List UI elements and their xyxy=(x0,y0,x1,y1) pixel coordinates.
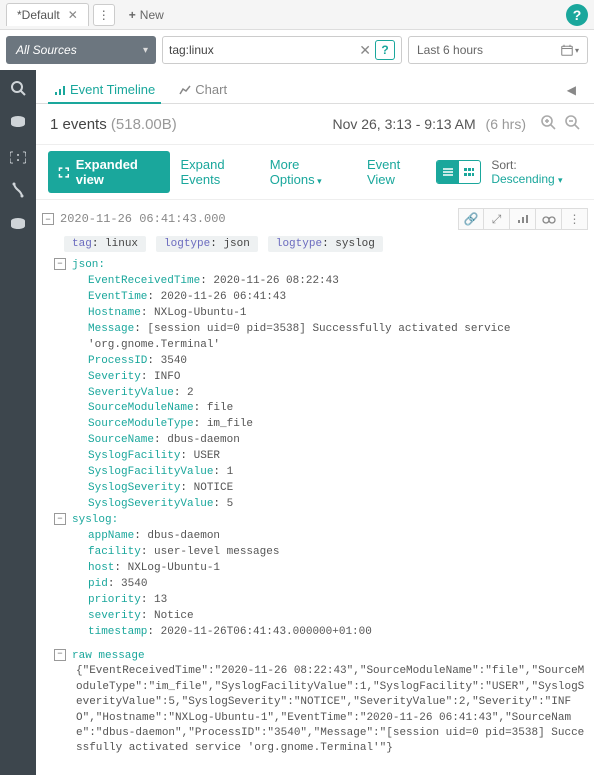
json-field: pid: 3540 xyxy=(54,577,588,593)
rail-braces-icon[interactable]: {:} xyxy=(6,144,30,168)
search-help-icon[interactable]: ? xyxy=(375,40,395,60)
json-field: priority: 13 xyxy=(54,593,588,609)
json-field: ProcessID: 3540 xyxy=(54,354,588,370)
json-field: appName: dbus-daemon xyxy=(54,529,588,545)
new-tab-label: New xyxy=(140,8,164,22)
tab-chart-label: Chart xyxy=(195,82,227,97)
expanded-view-button[interactable]: Expanded view xyxy=(48,151,170,193)
expand-events-link[interactable]: Expand Events xyxy=(180,157,259,187)
sort-label: Sort: xyxy=(491,158,516,172)
filter-bar: All Sources ✕ ? Last 6 hours ▾ xyxy=(0,30,594,70)
timeline-icon xyxy=(54,84,66,96)
time-range-text: Nov 26, 3:13 - 9:13 AM xyxy=(332,116,475,132)
json-field: SourceName: dbus-daemon xyxy=(54,433,588,449)
collapse-icon[interactable]: − xyxy=(54,258,66,270)
rail-db-icon[interactable] xyxy=(6,110,30,134)
events-count: 1 events xyxy=(50,116,107,133)
raw-message-body: {"EventReceivedTime":"2020-11-26 08:22:4… xyxy=(54,664,588,756)
json-field: SyslogSeverityValue: 5 xyxy=(54,497,588,513)
json-field: EventReceivedTime: 2020-11-26 08:22:43 xyxy=(54,274,588,290)
json-field: EventTime: 2020-11-26 06:41:43 xyxy=(54,290,588,306)
svg-text:{:}: {:} xyxy=(10,150,26,164)
event-view-toggle xyxy=(436,160,482,184)
tab-menu-button[interactable]: ⋮ xyxy=(93,4,115,26)
time-range-dropdown[interactable]: Last 6 hours ▾ xyxy=(408,36,588,64)
expand-icon xyxy=(58,166,70,179)
raw-section-label: raw message xyxy=(72,649,145,665)
sources-label: All Sources xyxy=(16,43,77,57)
json-field: severity: Notice xyxy=(54,609,588,625)
json-section-label: json: xyxy=(72,258,105,274)
tab-event-timeline[interactable]: Event Timeline xyxy=(48,76,161,103)
calendar-icon: ▾ xyxy=(561,44,579,56)
zoom-out-icon[interactable] xyxy=(564,114,580,134)
help-icon[interactable]: ? xyxy=(566,4,588,26)
new-tab-button[interactable]: + New xyxy=(121,4,172,26)
json-field: SyslogFacilityValue: 1 xyxy=(54,465,588,481)
json-field: facility: user-level messages xyxy=(54,545,588,561)
view-grid-icon[interactable] xyxy=(459,161,481,183)
view-list-icon[interactable] xyxy=(437,161,459,183)
tab-event-timeline-label: Event Timeline xyxy=(70,82,155,97)
time-range-duration: (6 hrs) xyxy=(486,116,526,132)
tab-chart[interactable]: Chart xyxy=(173,76,233,103)
time-range-label: Last 6 hours xyxy=(417,43,483,57)
collapse-icon[interactable]: − xyxy=(42,213,54,225)
json-field: SeverityValue: 2 xyxy=(54,386,588,402)
left-rail: {:} xyxy=(0,70,36,775)
event-tags: tag: linux logtype: json logtype: syslog xyxy=(42,232,588,256)
tag-chip[interactable]: logtype: syslog xyxy=(268,236,383,252)
window-tabs-bar: *Default ✕ ⋮ + New ? xyxy=(0,0,594,30)
zoom-in-icon[interactable] xyxy=(540,114,556,134)
action-more-icon[interactable]: ⋮ xyxy=(562,208,588,230)
syslog-section-label: syslog: xyxy=(72,513,118,529)
json-field: SourceModuleType: im_file xyxy=(54,417,588,433)
expanded-view-label: Expanded view xyxy=(76,157,161,187)
search-field-wrap: ✕ ? xyxy=(162,36,402,64)
view-tabs: Event Timeline Chart ◀ xyxy=(36,70,594,104)
clear-icon[interactable]: ✕ xyxy=(359,42,371,59)
event-view-label: Event View xyxy=(367,157,426,187)
event-timestamp: 2020-11-26 06:41:43.000 xyxy=(60,212,226,226)
action-bar-icon[interactable] xyxy=(510,208,536,230)
json-field: host: NXLog-Ubuntu-1 xyxy=(54,561,588,577)
tab-default[interactable]: *Default ✕ xyxy=(6,3,89,26)
rail-search-icon[interactable] xyxy=(6,76,30,100)
plus-icon: + xyxy=(129,8,136,22)
json-field: Message: [session uid=0 pid=3538] Succes… xyxy=(54,322,588,354)
tab-default-label: *Default xyxy=(17,8,60,22)
action-link-icon[interactable]: 🔗 xyxy=(458,208,484,230)
json-field: Hostname: NXLog-Ubuntu-1 xyxy=(54,306,588,322)
json-field: SourceModuleName: file xyxy=(54,401,588,417)
event-toolbar: Expanded view Expand Events More Options… xyxy=(36,144,594,200)
json-field: SyslogSeverity: NOTICE xyxy=(54,481,588,497)
more-options-link[interactable]: More Options xyxy=(270,157,347,187)
result-summary: 1 events (518.00B) Nov 26, 3:13 - 9:13 A… xyxy=(36,104,594,144)
collapse-icon[interactable]: − xyxy=(54,649,66,661)
tag-chip[interactable]: logtype: json xyxy=(156,236,258,252)
rail-db2-icon[interactable] xyxy=(6,212,30,236)
action-binoculars-icon[interactable] xyxy=(536,208,562,230)
json-field: timestamp: 2020-11-26T06:41:43.000000+01… xyxy=(54,625,588,641)
rail-pipe-icon[interactable] xyxy=(6,178,30,202)
close-icon[interactable]: ✕ xyxy=(68,8,78,22)
collapse-left-icon[interactable]: ◀ xyxy=(561,77,582,103)
events-bytes: (518.00B) xyxy=(111,116,177,133)
json-field: SyslogFacility: USER xyxy=(54,449,588,465)
sort-control[interactable]: Sort: Descending ▾ xyxy=(491,158,582,186)
sources-dropdown[interactable]: All Sources xyxy=(6,36,156,64)
tag-chip[interactable]: tag: linux xyxy=(64,236,146,252)
search-input[interactable] xyxy=(169,43,355,57)
json-field: Severity: INFO xyxy=(54,370,588,386)
action-expand-icon[interactable]: ⤢ xyxy=(484,208,510,230)
chart-icon xyxy=(179,84,191,96)
sort-value: Descending xyxy=(491,172,554,186)
collapse-icon[interactable]: − xyxy=(54,513,66,525)
event-row-header: − 2020-11-26 06:41:43.000 🔗 ⤢ ⋮ xyxy=(42,206,588,232)
